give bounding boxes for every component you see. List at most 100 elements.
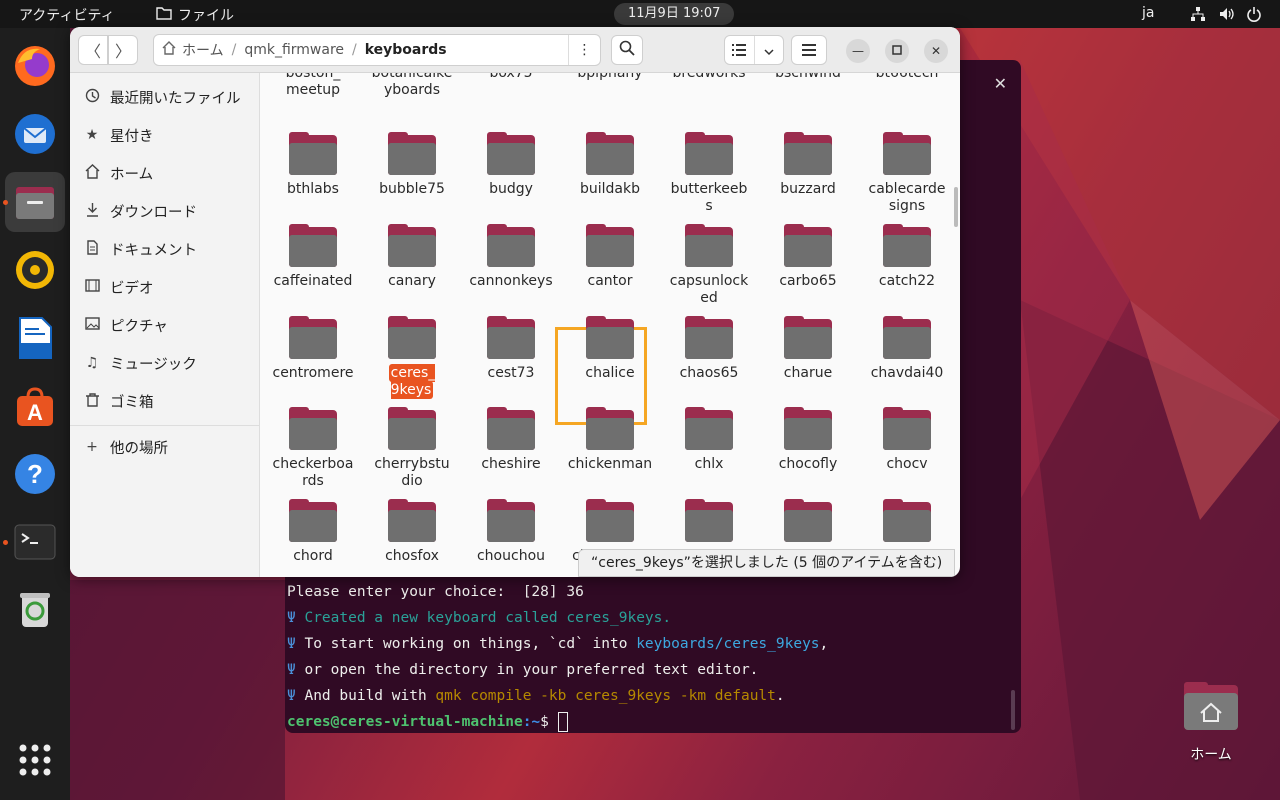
desktop-home-icon[interactable]: ホーム (1175, 680, 1247, 764)
folder-label: ceres_ 9keys (388, 364, 436, 399)
clock[interactable]: 11月9日 19:07 (614, 3, 735, 25)
folder-label: cablecarde signs (868, 181, 946, 214)
picture-icon (84, 316, 100, 335)
sidebar-item-music[interactable]: ♫ ミュージック (80, 347, 250, 379)
chevron-right-icon: 〉 (114, 42, 131, 61)
terminal-scrollbar[interactable] (1011, 690, 1015, 730)
folder-item[interactable]: caffeinated (267, 224, 359, 290)
sidebar-item-videos[interactable]: ビデオ (80, 271, 250, 303)
folder-item[interactable]: chouchou (465, 499, 557, 565)
app-center-launcher[interactable]: A (5, 376, 65, 436)
folder-icon (784, 316, 832, 359)
folder-item[interactable]: buzzard (762, 132, 854, 198)
view-toggle[interactable] (724, 35, 784, 65)
folder-item[interactable]: cherrybstu dio (366, 407, 458, 490)
folder-item[interactable]: chosfox (366, 499, 458, 565)
desktop-home-label: ホーム (1190, 747, 1232, 763)
folder-item[interactable]: chalice (564, 316, 656, 382)
help-launcher[interactable]: ? (5, 444, 65, 504)
home-icon (162, 41, 176, 59)
path-menu-button[interactable]: ⋮ (568, 35, 600, 65)
terminal-prompt[interactable]: ceres@ceres-virtual-machine:~$ (287, 712, 828, 733)
writer-launcher[interactable] (5, 308, 65, 368)
folder-item-selected[interactable]: ceres_ 9keys (366, 316, 458, 399)
files-launcher[interactable] (5, 172, 65, 232)
rhythmbox-icon (16, 251, 54, 289)
folder-item[interactable]: chord (267, 499, 359, 565)
folder-label-partial[interactable]: bpiphany (564, 73, 656, 82)
terminal-line: Please enter your choice: [28] 36 (287, 584, 584, 600)
sidebar-item-home[interactable]: ホーム (80, 157, 250, 189)
search-button[interactable] (611, 35, 643, 65)
sidebar-item-documents[interactable]: ドキュメント (80, 233, 250, 265)
folder-item[interactable]: catch22 (861, 224, 953, 290)
folder-icon (388, 224, 436, 267)
folder-item[interactable]: canary (366, 224, 458, 290)
path-parent[interactable]: qmk_firmware (236, 42, 352, 58)
sidebar-item-other-locations[interactable]: + 他の場所 (80, 431, 250, 463)
folder-item[interactable]: chavdai40 (861, 316, 953, 382)
terminal-launcher[interactable] (5, 512, 65, 572)
folder-item[interactable]: cablecarde signs (861, 132, 953, 215)
path-current[interactable]: keyboards (357, 42, 455, 58)
sidebar-item-downloads[interactable]: ダウンロード (80, 195, 250, 227)
main-menu-button[interactable] (791, 35, 827, 65)
rhythmbox-launcher[interactable] (5, 240, 65, 300)
close-button[interactable]: ✕ (924, 39, 948, 63)
folder-item[interactable]: bubble75 (366, 132, 458, 198)
firefox-launcher[interactable] (5, 36, 65, 96)
folder-label-partial[interactable]: bt66tech (861, 73, 953, 82)
terminal-close-button[interactable]: ✕ (994, 74, 1007, 93)
hamburger-icon (802, 41, 816, 60)
files-window[interactable]: 〈 〉 ホーム / qmk_firmware / keyboards ⋮ — ✕ (70, 27, 960, 577)
folder-label-partial[interactable]: boston_ meetup (267, 73, 359, 99)
maximize-button[interactable] (885, 39, 909, 63)
folder-item[interactable]: charue (762, 316, 854, 382)
folder-label-partial[interactable]: bschwind (762, 73, 854, 82)
folder-item[interactable]: capsunlock ed (663, 224, 755, 307)
folder-label-partial[interactable]: bredworks (663, 73, 755, 82)
folder-item[interactable]: chocofly (762, 407, 854, 473)
activities-button[interactable]: アクティビティ (19, 5, 115, 25)
folder-label-partial[interactable]: box75 (465, 73, 557, 82)
system-tray[interactable] (1190, 6, 1262, 26)
folder-label-partial[interactable]: botanicalke yboards (366, 73, 458, 99)
folder-item[interactable]: cest73 (465, 316, 557, 382)
forward-button[interactable]: 〉 (108, 35, 138, 65)
language-indicator[interactable]: ja (1142, 5, 1154, 21)
folder-label: cherrybstu dio (374, 456, 450, 489)
folder-label: chaos65 (679, 365, 739, 381)
folder-item[interactable]: centromere (267, 316, 359, 382)
folder-item[interactable]: cheshire (465, 407, 557, 473)
folder-icon (487, 132, 535, 175)
folder-item[interactable]: chickenman (564, 407, 656, 473)
folder-item[interactable]: chlx (663, 407, 755, 473)
folder-item[interactable]: carbo65 (762, 224, 854, 290)
back-button[interactable]: 〈 (78, 35, 108, 65)
sidebar-item-trash[interactable]: ゴミ箱 (80, 385, 250, 417)
folder-item[interactable]: butterkeeb s (663, 132, 755, 215)
sidebar-item-recent[interactable]: 最近開いたファイル (80, 81, 250, 113)
terminal-line: Ψ or open the directory in your preferre… (287, 662, 759, 678)
folder-item[interactable]: cannonkeys (465, 224, 557, 290)
folder-item[interactable]: buildakb (564, 132, 656, 198)
app-menu[interactable]: ファイル (156, 5, 234, 25)
grid-scrollbar[interactable] (954, 187, 958, 227)
folder-label: centromere (272, 365, 354, 381)
folder-item[interactable]: chaos65 (663, 316, 755, 382)
thunderbird-launcher[interactable] (5, 104, 65, 164)
app-grid-icon (19, 744, 51, 776)
minimize-button[interactable]: — (846, 39, 870, 63)
sidebar-item-pictures[interactable]: ピクチャ (80, 309, 250, 341)
path-home[interactable]: ホーム (154, 40, 232, 60)
folder-item[interactable]: budgy (465, 132, 557, 198)
folder-item[interactable]: cantor (564, 224, 656, 290)
help-icon: ? (15, 454, 55, 494)
folder-label: budgy (489, 181, 533, 197)
trash-launcher[interactable] (5, 580, 65, 640)
sidebar-item-starred[interactable]: ★ 星付き (80, 119, 250, 151)
folder-item[interactable]: checkerboa rds (267, 407, 359, 490)
folder-item[interactable]: bthlabs (267, 132, 359, 198)
app-grid-button[interactable] (5, 730, 65, 790)
folder-item[interactable]: chocv (861, 407, 953, 473)
